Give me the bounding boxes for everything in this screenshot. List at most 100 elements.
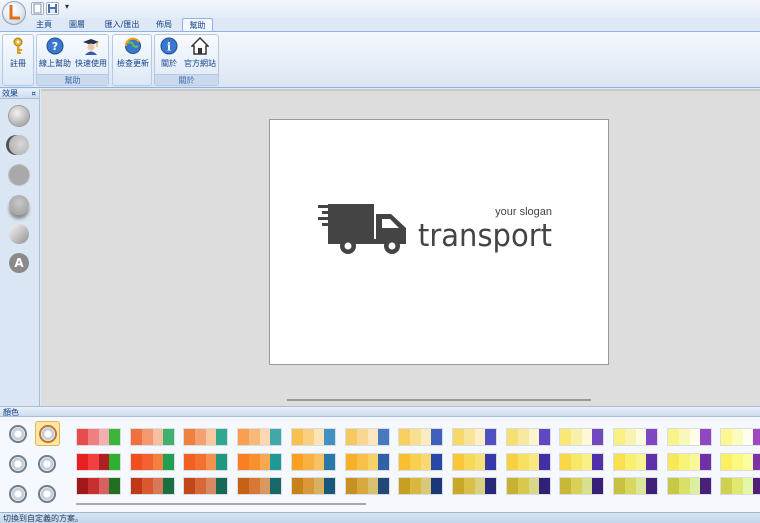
color-palette-swatch[interactable]	[76, 477, 121, 495]
color-wheel-icon	[38, 485, 56, 503]
title-bar: ▾	[0, 0, 760, 25]
color-palette-swatch[interactable]	[183, 477, 228, 495]
color-palette-swatch[interactable]	[130, 477, 175, 495]
color-palette-swatch[interactable]	[506, 428, 551, 446]
pin-icon[interactable]: ¤	[32, 89, 36, 99]
color-cell	[205, 478, 217, 494]
tab-import-export[interactable]: 匯入/匯出	[100, 18, 144, 31]
color-palette-swatch[interactable]	[667, 453, 712, 471]
colors-panel	[0, 417, 760, 512]
color-palette-swatch[interactable]	[398, 477, 443, 495]
color-cell	[87, 429, 99, 445]
color-palette-swatch[interactable]	[559, 453, 604, 471]
color-cell	[420, 454, 432, 470]
color-mode-button-4[interactable]	[35, 452, 60, 477]
color-cell	[581, 429, 593, 445]
color-cell	[216, 478, 227, 494]
color-cell	[614, 429, 625, 445]
effect-shadow-left[interactable]	[9, 135, 29, 155]
color-palette-swatch[interactable]	[291, 453, 336, 471]
color-palette-swatch[interactable]	[559, 428, 604, 446]
color-palette-swatch[interactable]	[237, 477, 282, 495]
register-button[interactable]: 註冊	[5, 37, 31, 69]
color-palette-swatch[interactable]	[720, 428, 760, 446]
artboard[interactable]: your slogan transport	[269, 119, 609, 365]
color-palette-swatch[interactable]	[506, 453, 551, 471]
color-palette-swatch[interactable]	[613, 453, 658, 471]
color-cell	[700, 429, 711, 445]
color-palette-swatch[interactable]	[183, 428, 228, 446]
color-palette-swatch[interactable]	[291, 477, 336, 495]
color-mode-button-1[interactable]	[6, 422, 31, 447]
quick-start-button[interactable]: 快速使用	[74, 37, 108, 69]
color-cell	[184, 478, 195, 494]
color-palette-swatch[interactable]	[237, 428, 282, 446]
color-mode-button-5[interactable]	[6, 482, 31, 507]
effect-drop-shadow[interactable]	[9, 195, 29, 215]
color-palette-swatch[interactable]	[452, 428, 497, 446]
effect-flat[interactable]	[9, 165, 29, 185]
color-palette-swatch[interactable]	[452, 453, 497, 471]
canvas-horizontal-scrollbar[interactable]	[287, 399, 591, 401]
save-button[interactable]	[46, 2, 59, 15]
color-palette-swatch[interactable]	[506, 477, 551, 495]
color-cell	[431, 478, 442, 494]
color-palette-swatch[interactable]	[398, 453, 443, 471]
color-palette-swatch[interactable]	[76, 453, 121, 471]
color-cell	[560, 454, 571, 470]
new-file-button[interactable]	[31, 2, 44, 15]
color-palette-swatch[interactable]	[130, 428, 175, 446]
palette-horizontal-scrollbar[interactable]	[76, 503, 366, 505]
color-palette-swatch[interactable]	[345, 453, 390, 471]
color-palette-swatch[interactable]	[237, 453, 282, 471]
color-palette-swatch[interactable]	[613, 428, 658, 446]
color-cell	[646, 478, 657, 494]
color-cell	[98, 429, 110, 445]
color-cell	[635, 478, 647, 494]
ribbon-tabs: 主頁 圖層 匯入/匯出 佈局 幫助	[0, 18, 760, 31]
about-button[interactable]: i 關於	[157, 37, 181, 69]
ribbon-group-about: i 關於 官方網站 關於	[154, 34, 219, 86]
graduate-icon	[82, 37, 100, 55]
quick-access-dropdown-icon[interactable]: ▾	[65, 2, 69, 11]
color-cell	[109, 429, 120, 445]
tab-help[interactable]: 幫助	[182, 18, 213, 31]
color-cell	[635, 429, 647, 445]
color-mode-button-6[interactable]	[35, 482, 60, 507]
color-palette-swatch[interactable]	[667, 477, 712, 495]
effect-text-a[interactable]: A	[9, 253, 29, 273]
color-palette-swatch[interactable]	[398, 428, 443, 446]
app-menu-button[interactable]	[2, 1, 26, 25]
color-cell	[194, 454, 206, 470]
color-palette-swatch[interactable]	[130, 453, 175, 471]
color-palette-swatch[interactable]	[720, 477, 760, 495]
color-mode-button-3[interactable]	[6, 452, 31, 477]
color-cell	[324, 454, 335, 470]
color-palette-swatch[interactable]	[345, 477, 390, 495]
color-palette-swatch[interactable]	[559, 477, 604, 495]
color-palette-swatch[interactable]	[291, 428, 336, 446]
canvas-area[interactable]: your slogan transport	[41, 89, 760, 406]
svg-text:i: i	[167, 41, 171, 54]
effect-plain[interactable]	[9, 106, 29, 126]
official-site-button[interactable]: 官方網站	[182, 36, 218, 69]
color-palette-swatch[interactable]	[345, 428, 390, 446]
color-palette-swatch[interactable]	[667, 428, 712, 446]
color-cell	[463, 478, 475, 494]
online-help-button[interactable]: ? 線上幫助	[38, 37, 72, 69]
color-palette-swatch[interactable]	[452, 477, 497, 495]
tab-layout[interactable]: 佈局	[150, 18, 178, 31]
color-mode-button-2[interactable]	[35, 421, 60, 446]
tab-home[interactable]: 主頁	[30, 18, 58, 31]
color-palette-swatch[interactable]	[720, 453, 760, 471]
color-cell	[581, 478, 593, 494]
effect-gradient[interactable]	[9, 224, 29, 244]
color-palette-swatch[interactable]	[183, 453, 228, 471]
check-update-button[interactable]: 檢查更新	[114, 37, 152, 69]
color-palette-swatch[interactable]	[613, 477, 658, 495]
ribbon-group-register: 註冊	[2, 34, 34, 86]
info-icon: i	[160, 37, 178, 55]
tab-layers[interactable]: 圖層	[63, 18, 91, 31]
color-palette-swatch[interactable]	[76, 428, 121, 446]
color-cell	[592, 478, 603, 494]
